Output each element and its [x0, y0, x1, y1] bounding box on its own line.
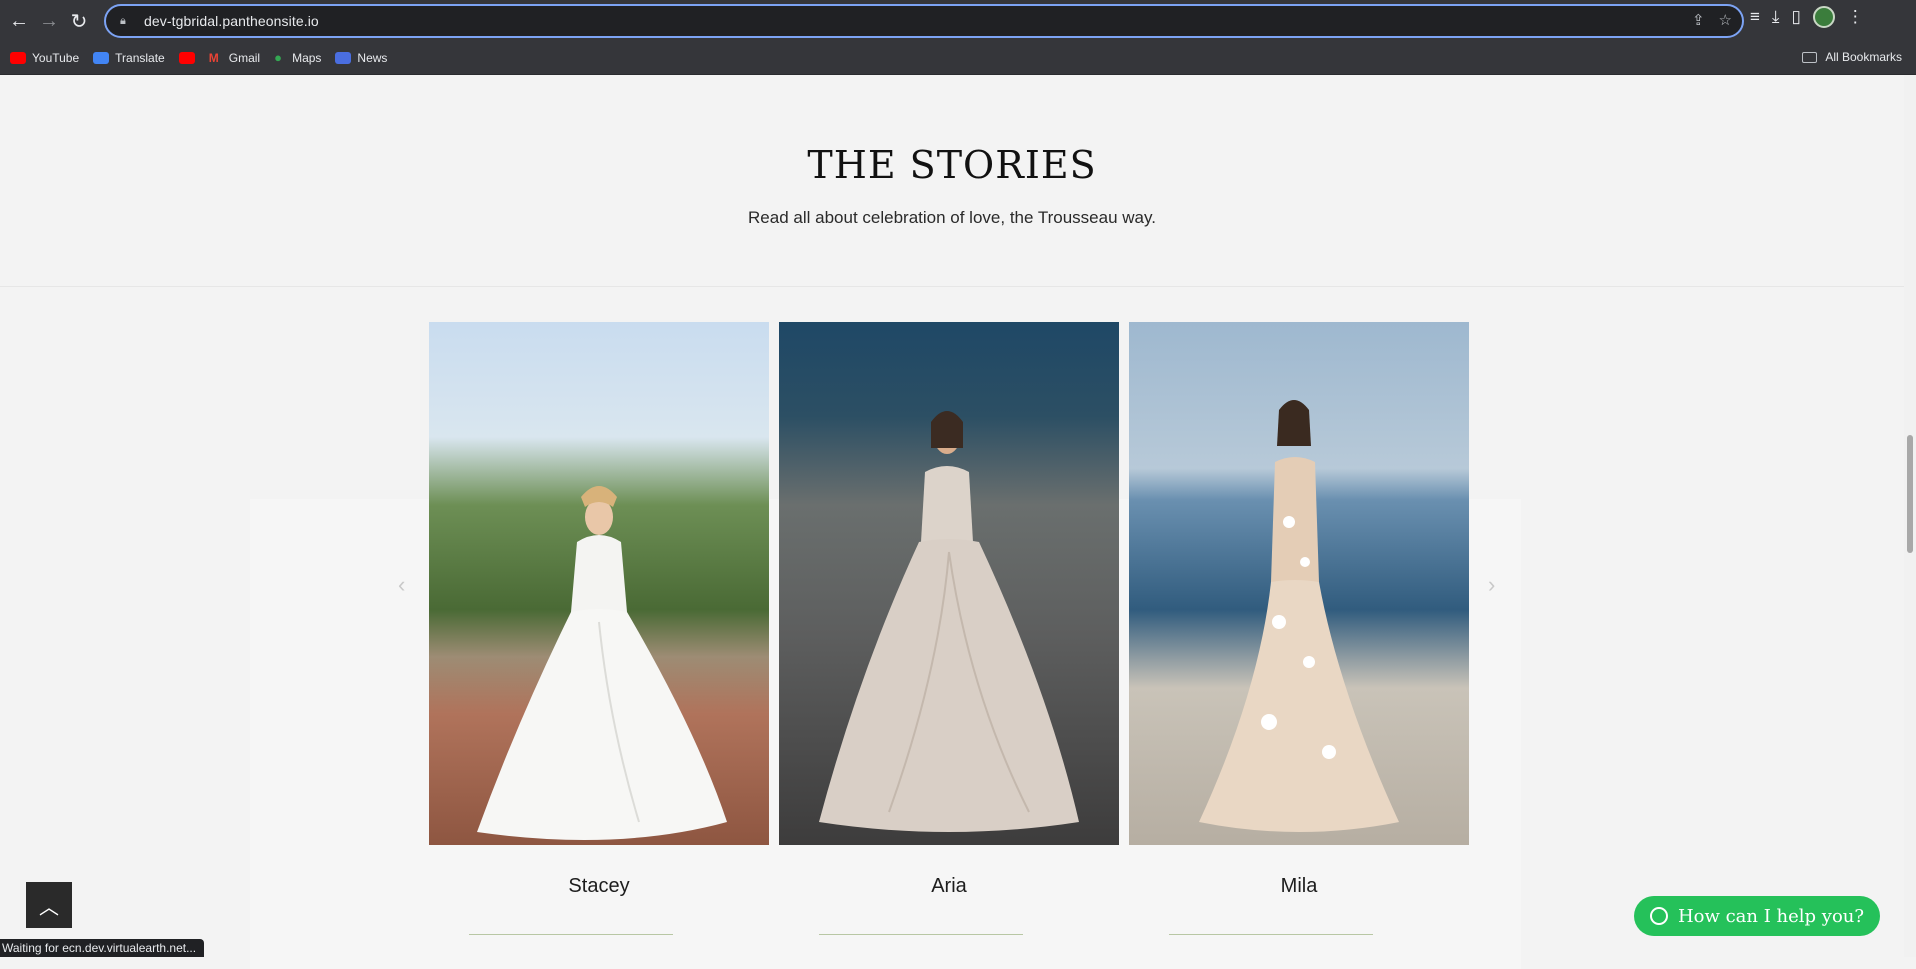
url-text[interactable]: dev-tgbridal.pantheonsite.io: [144, 13, 319, 29]
share-icon[interactable]: ⇪: [1692, 11, 1705, 29]
story-card[interactable]: Stacey: [429, 322, 769, 935]
bookmark-gmail[interactable]: M Gmail: [209, 51, 260, 65]
browser-toolbar: ← → ↻ 🔒︎ dev-tgbridal.pantheonsite.io ⇪ …: [0, 0, 1916, 42]
whatsapp-icon: [1649, 907, 1668, 925]
translate-icon: [93, 52, 110, 64]
gmail-icon: M: [208, 51, 219, 65]
section-divider: [0, 286, 1904, 287]
page-content: THE STORIES Read all about celebration o…: [0, 75, 1904, 969]
maps-icon: ●: [274, 50, 282, 65]
browser-status-bar: Waiting for ecn.dev.virtualearth.net...: [0, 939, 205, 957]
youtube-icon: [10, 52, 26, 64]
story-name[interactable]: Mila: [1129, 875, 1469, 898]
download-icon[interactable]: ⤓: [1772, 7, 1780, 27]
story-card[interactable]: Aria: [779, 322, 1119, 935]
whatsapp-chat-button[interactable]: How can I help you?: [1634, 896, 1880, 936]
bookmark-star-icon[interactable]: ☆: [1719, 11, 1732, 29]
story-underline: [1169, 934, 1373, 935]
news-icon: [335, 52, 352, 64]
slider-prev-arrow-icon[interactable]: ‹: [398, 572, 405, 598]
all-bookmarks[interactable]: All Bookmarks: [1802, 50, 1902, 64]
reload-icon[interactable]: ↻: [64, 6, 94, 36]
story-photo[interactable]: [1129, 322, 1469, 845]
section-subtitle: Read all about celebration of love, the …: [748, 208, 1156, 227]
story-name[interactable]: Stacey: [429, 875, 769, 898]
chevron-up-icon: ︿: [39, 896, 59, 919]
story-name[interactable]: Aria: [779, 875, 1119, 898]
address-bar[interactable]: 🔒︎ dev-tgbridal.pantheonsite.io ⇪ ☆: [104, 4, 1744, 38]
story-photo[interactable]: [779, 322, 1119, 845]
story-underline: [819, 934, 1023, 935]
side-panel-icon[interactable]: ▯: [1791, 7, 1800, 27]
youtube-icon: [178, 52, 195, 64]
story-underline: [469, 934, 673, 935]
bookmark-news[interactable]: News: [335, 51, 387, 65]
story-photo[interactable]: [429, 322, 769, 845]
scrollbar-thumb[interactable]: [1907, 435, 1913, 553]
lock-icon: 🔒︎: [120, 14, 126, 27]
back-arrow-icon[interactable]: ←: [4, 6, 34, 36]
reading-list-icon[interactable]: ≡: [1750, 7, 1760, 27]
bookmarks-bar: YouTube Translate M Gmail ● Maps News Al…: [0, 42, 1916, 75]
section-title: THE STORIES: [807, 143, 1097, 187]
profile-avatar[interactable]: [1812, 6, 1835, 28]
bookmark-youtube[interactable]: YouTube: [10, 51, 79, 65]
menu-kebab-icon[interactable]: ⋮: [1847, 7, 1864, 27]
bookmark-youtube-2[interactable]: [178, 52, 195, 64]
bookmark-maps[interactable]: ● Maps: [274, 51, 321, 65]
folder-icon: [1802, 51, 1818, 63]
back-to-top-button[interactable]: ︿: [26, 882, 72, 928]
slider-next-arrow-icon[interactable]: ›: [1488, 572, 1495, 598]
page-scrollbar[interactable]: [1904, 75, 1916, 957]
bookmark-translate[interactable]: Translate: [93, 51, 165, 65]
forward-arrow-icon[interactable]: →: [34, 6, 64, 36]
story-card[interactable]: Mila: [1129, 322, 1469, 935]
